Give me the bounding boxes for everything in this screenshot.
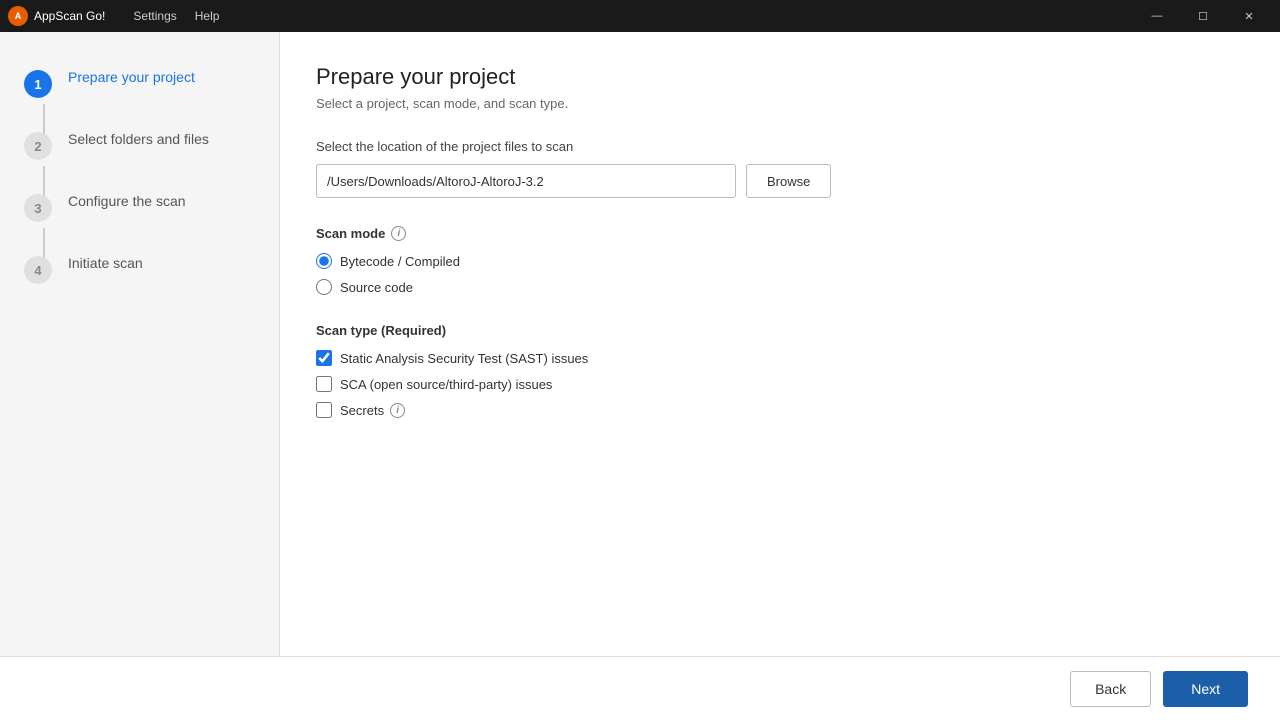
step-circle-4: 4 [24, 256, 52, 284]
sidebar: 1 Prepare your project 2 Select folders … [0, 32, 280, 656]
maximize-button[interactable]: ☐ [1180, 0, 1226, 32]
step-circle-2: 2 [24, 132, 52, 160]
titlebar: A AppScan Go! Settings Help — ☐ ✕ [0, 0, 1280, 32]
scan-mode-info-icon[interactable]: i [391, 226, 406, 241]
sidebar-step-3[interactable]: 3 Configure the scan [0, 176, 279, 238]
page-subtitle: Select a project, scan mode, and scan ty… [316, 96, 1244, 111]
sidebar-step-1[interactable]: 1 Prepare your project [0, 52, 279, 114]
file-section-label: Select the location of the project files… [316, 139, 1244, 154]
sca-label: SCA (open source/third-party) issues [340, 377, 552, 392]
secrets-info-icon[interactable]: i [390, 403, 405, 418]
sca-option[interactable]: SCA (open source/third-party) issues [316, 376, 1244, 392]
project-path-input[interactable] [316, 164, 736, 198]
sast-label: Static Analysis Security Test (SAST) iss… [340, 351, 588, 366]
sast-checkbox[interactable] [316, 350, 332, 366]
source-radio[interactable] [316, 279, 332, 295]
close-button[interactable]: ✕ [1226, 0, 1272, 32]
menu-bar: Settings Help [125, 5, 227, 27]
help-menu[interactable]: Help [187, 5, 228, 27]
sidebar-step-label-4: Initiate scan [68, 254, 143, 274]
source-code-label: Source code [340, 280, 413, 295]
window-controls: — ☐ ✕ [1134, 0, 1272, 32]
scan-mode-title: Scan mode i [316, 226, 1244, 241]
step-circle-1: 1 [24, 70, 52, 98]
back-button[interactable]: Back [1070, 671, 1151, 707]
sca-checkbox[interactable] [316, 376, 332, 392]
sast-option[interactable]: Static Analysis Security Test (SAST) iss… [316, 350, 1244, 366]
scan-mode-section: Scan mode i Bytecode / Compiled Source c… [316, 226, 1244, 295]
app-logo: A [8, 6, 28, 26]
app-name: AppScan Go! [34, 9, 105, 23]
settings-menu[interactable]: Settings [125, 5, 184, 27]
footer: Back Next [0, 656, 1280, 720]
minimize-button[interactable]: — [1134, 0, 1180, 32]
scan-type-title: Scan type (Required) [316, 323, 1244, 338]
sidebar-step-label-3: Configure the scan [68, 192, 186, 212]
main-content: Prepare your project Select a project, s… [280, 32, 1280, 656]
app-body: 1 Prepare your project 2 Select folders … [0, 32, 1280, 656]
source-code-option[interactable]: Source code [316, 279, 1244, 295]
step-circle-3: 3 [24, 194, 52, 222]
browse-button[interactable]: Browse [746, 164, 831, 198]
sidebar-step-label-1: Prepare your project [68, 68, 195, 88]
bytecode-option[interactable]: Bytecode / Compiled [316, 253, 1244, 269]
secrets-checkbox[interactable] [316, 402, 332, 418]
bytecode-label: Bytecode / Compiled [340, 254, 460, 269]
scan-type-section: Scan type (Required) Static Analysis Sec… [316, 323, 1244, 418]
sidebar-step-label-2: Select folders and files [68, 130, 209, 150]
sidebar-step-4[interactable]: 4 Initiate scan [0, 238, 279, 300]
file-input-row: Browse [316, 164, 1244, 198]
sidebar-step-2[interactable]: 2 Select folders and files [0, 114, 279, 176]
secrets-option[interactable]: Secrets i [316, 402, 1244, 418]
scan-mode-options: Bytecode / Compiled Source code [316, 253, 1244, 295]
page-title: Prepare your project [316, 64, 1244, 90]
bytecode-radio[interactable] [316, 253, 332, 269]
secrets-label: Secrets i [340, 403, 405, 418]
next-button[interactable]: Next [1163, 671, 1248, 707]
scan-type-options: Static Analysis Security Test (SAST) iss… [316, 350, 1244, 418]
